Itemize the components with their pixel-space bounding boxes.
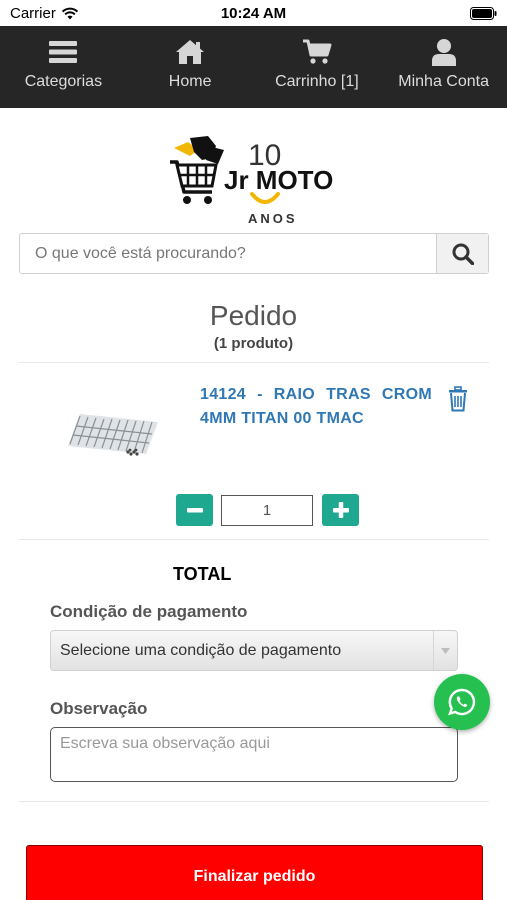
- divider-middle: [19, 539, 489, 540]
- search-button[interactable]: [436, 234, 488, 273]
- page-title: Pedido: [209, 300, 298, 331]
- top-navigation: Categorias Home Carrinho [1] Minha Conta: [0, 26, 507, 108]
- nav-label-carrinho: Carrinho [1]: [275, 73, 359, 90]
- quantity-increase-button[interactable]: [322, 494, 359, 526]
- product-name-link[interactable]: 14124 - RAIO TRAS CROM 4MM TITAN 00 TMAC: [200, 383, 432, 431]
- quantity-input[interactable]: [221, 495, 313, 526]
- divider-top: [19, 362, 489, 363]
- nav-minha-conta[interactable]: Minha Conta: [380, 26, 507, 108]
- user-icon: [431, 39, 456, 66]
- plus-icon: [332, 502, 349, 518]
- finalize-order-button[interactable]: Finalizar pedido: [26, 845, 483, 900]
- nav-home[interactable]: Home: [127, 26, 254, 108]
- product-count: (1 produto): [213, 335, 294, 352]
- whatsapp-icon: [448, 688, 476, 716]
- nav-label-categorias: Categorias: [24, 73, 103, 90]
- home-icon: [176, 40, 205, 64]
- svg-text:ANOS: ANOS: [248, 211, 298, 226]
- trash-icon[interactable]: [447, 386, 469, 412]
- payment-condition-select[interactable]: Selecione uma condição de pagamento: [50, 630, 458, 671]
- minus-icon: [186, 508, 203, 513]
- divider-bottom: [19, 801, 489, 802]
- status-bar: Carrier 10:24 AM: [0, 0, 507, 26]
- product-image[interactable]: [66, 408, 162, 460]
- dropdown-caret-icon: [433, 631, 457, 670]
- battery-icon: [470, 7, 497, 20]
- search-input[interactable]: [20, 234, 436, 273]
- whatsapp-button[interactable]: [434, 674, 490, 730]
- payment-condition-selected: Selecione uma condição de pagamento: [60, 642, 342, 659]
- total-label: TOTAL: [173, 564, 232, 584]
- payment-condition-label: Condição de pagamento: [50, 602, 248, 621]
- search-icon: [452, 243, 474, 265]
- observation-field[interactable]: [50, 727, 458, 782]
- nav-categorias[interactable]: Categorias: [0, 26, 127, 108]
- jr-moto-logo[interactable]: 10 Jr MOTO ANOS: [168, 134, 342, 226]
- nav-label-minha-conta: Minha Conta: [398, 73, 489, 90]
- nav-label-home: Home: [168, 73, 212, 90]
- observation-label: Observação: [50, 699, 148, 718]
- menu-icon: [49, 41, 78, 63]
- logo-brand-text: Jr MOTO: [224, 165, 333, 195]
- status-time: 10:24 AM: [220, 5, 287, 22]
- search-bar: [19, 233, 489, 274]
- nav-carrinho[interactable]: Carrinho [1]: [254, 26, 381, 108]
- cart-icon: [302, 39, 332, 64]
- quantity-decrease-button[interactable]: [176, 494, 213, 526]
